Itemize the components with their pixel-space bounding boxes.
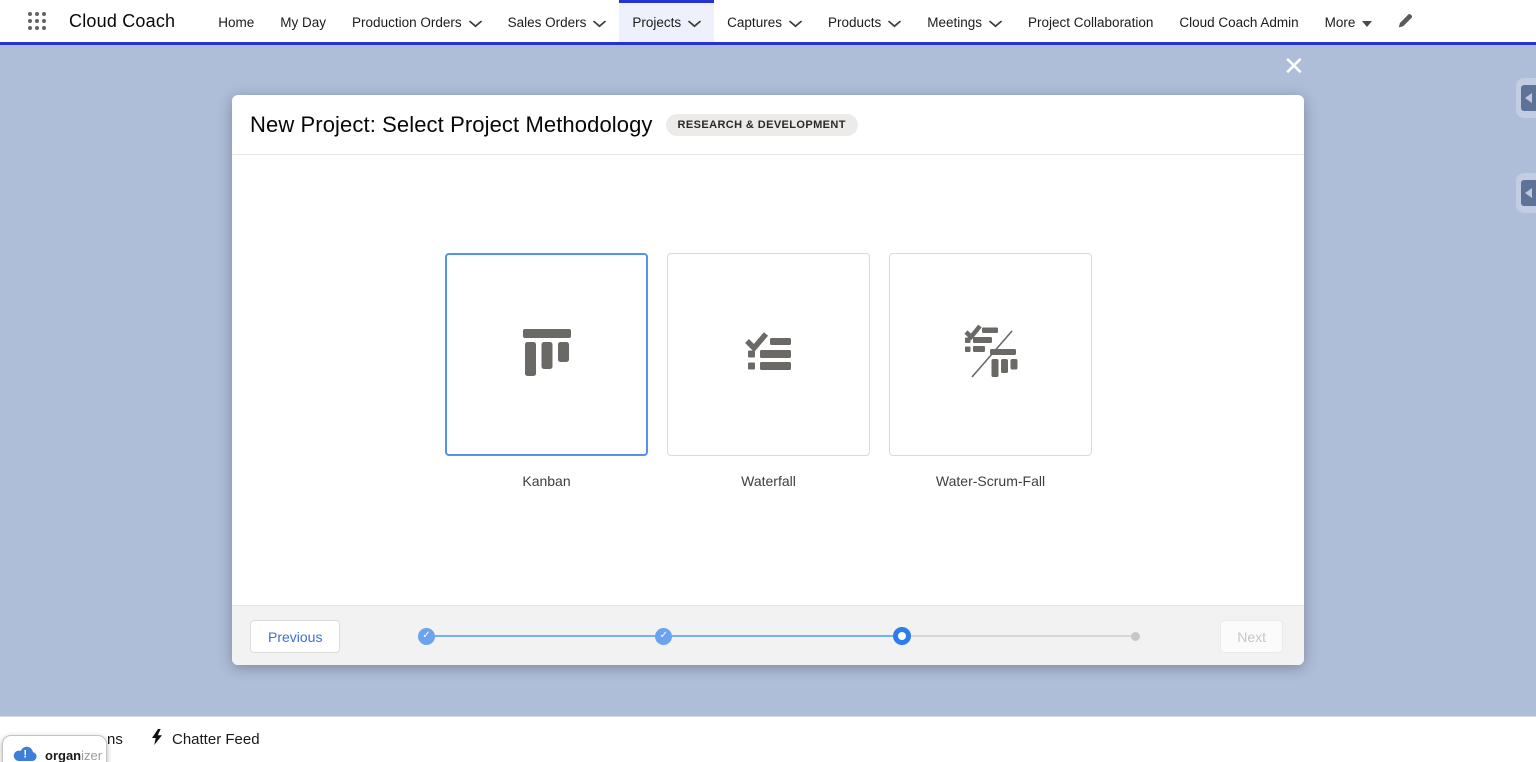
methodology-label: Waterfall	[667, 473, 870, 489]
chevron-down-icon[interactable]	[888, 20, 901, 28]
step-complete-icon: ✓	[655, 628, 672, 645]
caret-down-icon	[1362, 21, 1372, 27]
arrow-left-icon	[1525, 93, 1532, 103]
utility-bar: ns Chatter Feed	[0, 716, 1536, 762]
nav-tab-sales-orders[interactable]: Sales Orders	[495, 0, 620, 42]
modal-title: New Project: Select Project Methodology	[250, 112, 653, 138]
methodology-card-waterfall[interactable]	[667, 253, 870, 456]
step-current-icon	[893, 627, 911, 645]
step-complete-icon: ✓	[418, 628, 435, 645]
app-title: Cloud Coach	[69, 11, 175, 32]
methodology-options: Kanban	[232, 155, 1304, 605]
nav-tabs: Home My Day Production Orders Sales Orde…	[205, 0, 1423, 42]
step-upcoming-icon	[1131, 632, 1140, 641]
cloud-exclamation-icon: !	[12, 744, 39, 762]
organizer-extension-badge[interactable]: ! organizer	[2, 735, 107, 762]
checklist-kanban-slash-icon	[960, 321, 1022, 388]
methodology-label: Kanban	[445, 473, 648, 489]
lightning-bolt-icon	[150, 729, 163, 750]
project-type-badge: RESEARCH & DEVELOPMENT	[666, 114, 858, 136]
modal-header: New Project: Select Project Methodology …	[232, 95, 1304, 155]
app-launcher-icon[interactable]	[28, 12, 46, 30]
nav-tab-project-collaboration[interactable]: Project Collaboration	[1015, 0, 1166, 42]
nav-tab-products[interactable]: Products	[815, 0, 914, 42]
collapsed-panel-toggle-icon[interactable]	[1516, 78, 1536, 118]
methodology-card-water-scrum-fall[interactable]	[889, 253, 1092, 456]
arrow-left-icon	[1525, 188, 1532, 198]
collapsed-panel-toggle-icon[interactable]	[1516, 173, 1536, 213]
checklist-icon	[744, 331, 794, 378]
next-button[interactable]: Next	[1220, 620, 1283, 653]
nav-tab-my-day[interactable]: My Day	[267, 0, 339, 42]
nav-tab-production-orders[interactable]: Production Orders	[339, 0, 495, 42]
chevron-down-icon[interactable]	[688, 20, 701, 28]
modal-footer: Previous ✓ ✓ Next	[232, 605, 1304, 665]
nav-tab-more[interactable]: More	[1312, 0, 1386, 42]
svg-text:!: !	[23, 748, 27, 760]
progress-connector	[672, 635, 892, 637]
chevron-down-icon[interactable]	[989, 20, 1002, 28]
modal-backdrop: ✕ New Project: Select Project Methodolog…	[0, 45, 1536, 716]
nav-tab-meetings[interactable]: Meetings	[914, 0, 1015, 42]
close-icon[interactable]: ✕	[1283, 54, 1305, 80]
chevron-down-icon[interactable]	[469, 20, 482, 28]
progress-connector	[911, 635, 1131, 637]
chevron-down-icon[interactable]	[593, 20, 606, 28]
global-navigation-bar: Cloud Coach Home My Day Production Order…	[0, 0, 1536, 45]
previous-button[interactable]: Previous	[250, 620, 340, 653]
organizer-label: organizer	[45, 749, 102, 762]
nav-tab-cloud-coach-admin[interactable]: Cloud Coach Admin	[1166, 0, 1311, 42]
progress-connector	[435, 635, 655, 637]
chevron-down-icon[interactable]	[789, 20, 802, 28]
methodology-label: Water-Scrum-Fall	[889, 473, 1092, 489]
nav-tab-captures[interactable]: Captures	[714, 0, 815, 42]
nav-tab-home[interactable]: Home	[205, 0, 267, 42]
methodology-card-kanban[interactable]	[445, 253, 648, 456]
utility-item-chatter-feed[interactable]: Chatter Feed	[150, 729, 260, 750]
edit-nav-pencil-icon[interactable]	[1387, 0, 1423, 42]
kanban-board-icon	[521, 325, 573, 384]
app-window: Cloud Coach Home My Day Production Order…	[0, 0, 1536, 762]
nav-tab-projects[interactable]: Projects	[619, 0, 714, 42]
utility-item-partial-label[interactable]: ns	[107, 731, 123, 748]
wizard-progress-indicator: ✓ ✓	[418, 606, 1140, 666]
new-project-modal: New Project: Select Project Methodology …	[232, 95, 1304, 665]
